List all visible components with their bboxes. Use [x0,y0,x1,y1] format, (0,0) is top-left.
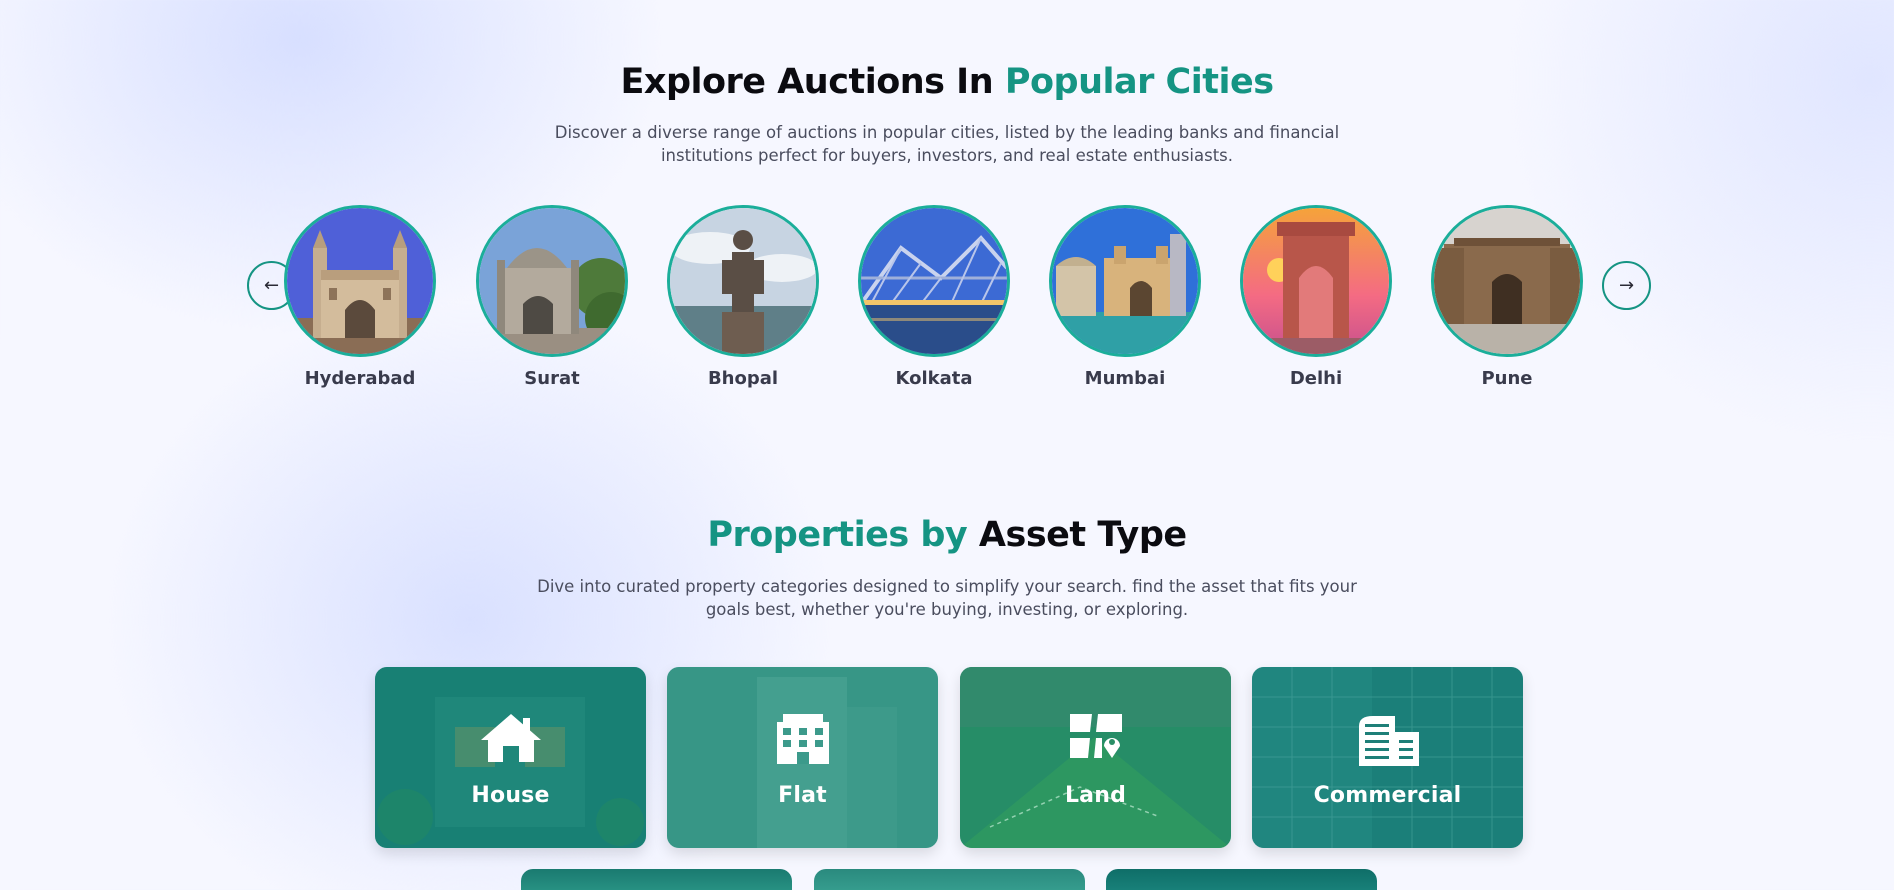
building-icon [776,714,829,764]
city-name: Bhopal [707,368,779,389]
city-card-pune[interactable]: Pune [1431,205,1583,389]
city-name: Kolkata [895,368,973,389]
popular-cities-description: Discover a diverse range of auctions in … [554,123,1340,165]
city-card-mumbai[interactable]: Mumbai [1049,205,1201,389]
asset-card-land[interactable]: Land [960,667,1231,848]
arrow-right-icon: → [1618,275,1635,296]
asset-label: House [471,783,550,808]
asset-card-partial[interactable] [521,869,792,890]
asset-type-description: Dive into curated property categories de… [537,577,1357,619]
city-name: Mumbai [1084,368,1166,389]
city-image-charminar[interactable] [284,205,436,357]
arrow-left-icon: ← [263,275,280,296]
asset-label: Land [1064,783,1127,808]
land-plot-icon [1069,714,1122,758]
city-image-shaniwar-wada[interactable] [1431,205,1583,357]
city-card-bhopal[interactable]: Bhopal [667,205,819,389]
city-card-delhi[interactable]: Delhi [1240,205,1392,389]
title-highlight: Properties by [707,515,979,555]
asset-card-house[interactable]: House [375,667,646,848]
carousel-next-button[interactable]: → [1602,261,1651,310]
office-building-icon [1358,716,1419,766]
asset-label: Flat [778,783,827,808]
asset-card-commercial[interactable]: Commercial [1252,667,1523,848]
asset-card-partial[interactable] [814,869,1085,890]
city-card-hyderabad[interactable]: Hyderabad [284,205,436,389]
city-name: Hyderabad [304,368,416,389]
asset-type-title: Properties by Asset Type [0,515,1894,555]
city-card-surat[interactable]: Surat [476,205,628,389]
city-image-india-gate[interactable] [1240,205,1392,357]
city-image-howrah-bridge[interactable] [858,205,1010,357]
asset-card-partial[interactable] [1106,869,1377,890]
city-name: Delhi [1289,368,1343,389]
asset-label: Commercial [1313,783,1462,808]
title-highlight: Popular Cities [1004,62,1274,102]
title-suffix: Asset Type [978,515,1187,555]
city-image-gateway-of-india[interactable] [1049,205,1201,357]
popular-cities-title: Explore Auctions In Popular Cities [0,62,1894,102]
house-icon [480,714,541,762]
title-prefix: Explore Auctions In [620,62,1005,102]
asset-card-flat[interactable]: Flat [667,667,938,848]
city-image-domed-monument[interactable] [476,205,628,357]
city-image-statue[interactable] [667,205,819,357]
city-card-kolkata[interactable]: Kolkata [858,205,1010,389]
city-name: Pune [1481,368,1533,389]
city-name: Surat [524,368,580,389]
